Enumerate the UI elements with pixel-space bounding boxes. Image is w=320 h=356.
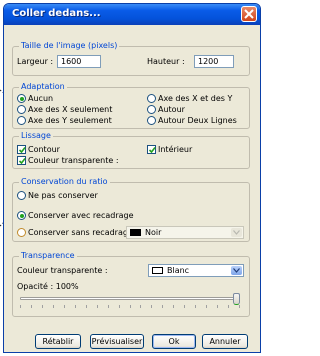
slider-tick bbox=[108, 305, 109, 308]
slider-track bbox=[20, 297, 240, 300]
transparency-legend: Transparence bbox=[19, 251, 77, 261]
slider-tick bbox=[64, 305, 65, 308]
adaptation-legend: Adaptation bbox=[19, 82, 67, 92]
slider-tick bbox=[228, 305, 229, 308]
preview-button[interactable]: Prévisualiser bbox=[90, 334, 144, 349]
window-title: Coller dedans... bbox=[12, 8, 101, 19]
transparency-color-value: Blanc bbox=[167, 266, 190, 275]
slider-tick bbox=[42, 305, 43, 308]
opacity-slider[interactable] bbox=[17, 293, 243, 311]
smoothing-group: Lissage Contour Intérieur Couleur transp… bbox=[12, 131, 250, 169]
checkmark-icon bbox=[18, 147, 26, 154]
transparency-group: Transparence Couleur transparente : Blan… bbox=[12, 251, 250, 317]
height-field[interactable]: 1200 bbox=[194, 55, 234, 68]
slider-tick bbox=[119, 305, 120, 308]
radio-aucun-label: Aucun bbox=[28, 94, 54, 103]
slider-tick bbox=[140, 305, 141, 308]
width-label: Largeur : bbox=[17, 57, 54, 66]
adaptation-group: Adaptation Aucun Axe des X et des Y Axe … bbox=[12, 82, 250, 129]
slider-tick bbox=[130, 305, 131, 308]
ratio-group: Conservation du ratio Ne pas conserver C… bbox=[12, 177, 250, 242]
interior-label: Intérieur bbox=[158, 145, 193, 154]
radio-conserver-avec-recadrage-label: Conserver avec recadrage bbox=[28, 211, 134, 220]
radio-autour-deux-lignes[interactable] bbox=[147, 116, 156, 125]
radio-axe-y[interactable] bbox=[17, 116, 26, 125]
radio-axe-x-label: Axe des X seulement bbox=[28, 105, 113, 114]
color-swatch-white bbox=[152, 267, 163, 274]
checkmark-icon bbox=[148, 147, 156, 154]
radio-axe-y-label: Axe des Y seulement bbox=[28, 116, 112, 125]
slider-tick bbox=[184, 305, 185, 308]
slider-tick bbox=[195, 305, 196, 308]
width-field[interactable]: 1600 bbox=[57, 55, 101, 68]
radio-conserver-sans-recadrage[interactable] bbox=[17, 228, 26, 237]
slider-tick bbox=[162, 305, 163, 308]
reset-button[interactable]: Rétablir bbox=[35, 334, 81, 349]
chevron-down-icon bbox=[233, 230, 240, 235]
slider-tick bbox=[206, 305, 207, 308]
contour-label: Contour bbox=[28, 145, 60, 154]
fill-color-dropdown[interactable]: Noir bbox=[126, 226, 244, 239]
smoothing-legend: Lissage bbox=[19, 131, 53, 141]
opacity-label: Opacité : 100% bbox=[17, 282, 79, 291]
image-size-legend: Taille de l'image (pixels) bbox=[19, 41, 120, 51]
title-bar: Coller dedans... bbox=[4, 4, 260, 25]
radio-ne-pas-conserver[interactable] bbox=[17, 191, 26, 200]
slider-tick bbox=[217, 305, 218, 308]
slider-tick bbox=[151, 305, 152, 308]
contour-checkbox[interactable] bbox=[17, 145, 26, 154]
radio-autour-label: Autour bbox=[158, 105, 185, 114]
slider-tick bbox=[75, 305, 76, 308]
radio-axe-xy-label: Axe des X et des Y bbox=[158, 94, 233, 103]
dropdown-arrow bbox=[231, 266, 242, 275]
height-label: Hauteur : bbox=[147, 57, 185, 66]
slider-tick bbox=[31, 305, 32, 308]
interior-checkbox[interactable] bbox=[147, 145, 156, 154]
radio-autour-deux-lignes-label: Autour Deux Lignes bbox=[158, 116, 237, 125]
close-icon bbox=[244, 9, 254, 19]
radio-conserver-sans-recadrage-label: Conserver sans recadrage bbox=[28, 228, 133, 237]
chevron-down-icon bbox=[233, 268, 240, 273]
checkmark-icon bbox=[18, 158, 26, 165]
radio-aucun[interactable] bbox=[17, 94, 26, 103]
transparency-color-dropdown[interactable]: Blanc bbox=[148, 264, 244, 277]
slider-tick bbox=[86, 305, 87, 308]
slider-tick bbox=[53, 305, 54, 308]
slider-tick bbox=[97, 305, 98, 308]
close-button[interactable] bbox=[241, 6, 257, 22]
ok-button[interactable]: Ok bbox=[152, 334, 196, 349]
radio-conserver-avec-recadrage[interactable] bbox=[17, 211, 26, 220]
image-size-group: Taille de l'image (pixels) Largeur : 160… bbox=[12, 41, 250, 76]
color-swatch-black bbox=[130, 229, 141, 236]
slider-tick bbox=[20, 305, 21, 308]
fill-color-value: Noir bbox=[145, 228, 162, 237]
radio-axe-xy[interactable] bbox=[147, 94, 156, 103]
slider-tick bbox=[239, 305, 240, 308]
ratio-legend: Conservation du ratio bbox=[19, 177, 110, 187]
radio-axe-x[interactable] bbox=[17, 105, 26, 114]
dropdown-arrow bbox=[231, 228, 242, 237]
radio-autour[interactable] bbox=[147, 105, 156, 114]
slider-tick bbox=[173, 305, 174, 308]
slider-thumb[interactable] bbox=[233, 293, 240, 305]
radio-ne-pas-conserver-label: Ne pas conserver bbox=[28, 191, 98, 200]
cancel-button[interactable]: Annuler bbox=[202, 334, 248, 349]
transparent-color-checkbox[interactable] bbox=[17, 156, 26, 165]
paste-into-dialog: Coller dedans... Taille de l'image (pixe… bbox=[3, 3, 261, 353]
transparency-color-label: Couleur transparente : bbox=[17, 266, 108, 275]
transparent-color-label: Couleur transparente : bbox=[28, 156, 119, 165]
